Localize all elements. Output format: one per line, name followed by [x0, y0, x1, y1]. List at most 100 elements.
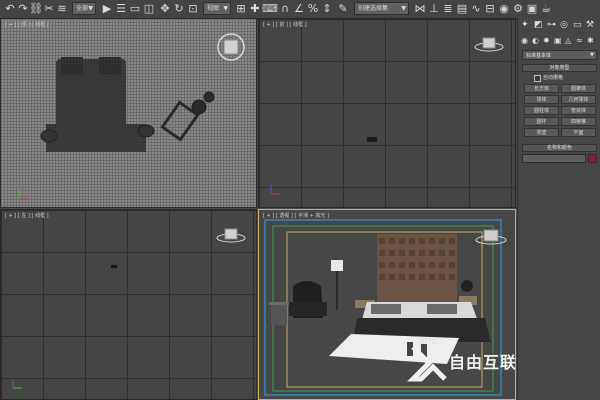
rectangle-region-icon[interactable]: ▭ [128, 2, 142, 15]
main-toolbar: ↶ ↷ ⛓ ✂ ≋ 全部 ▼ ▶ ☰ ▭ ◫ ✥ ↻ ⊡ 视图 ▼ ⊞ ✚ ⌨ … [0, 0, 600, 19]
graphite-icon[interactable]: ▤ [455, 2, 469, 15]
axis-tripod [18, 189, 29, 200]
viewport-top[interactable]: [ + ] [ 顶 ] [ 线框 ] [0, 18, 257, 208]
edit-named-selection-icon[interactable]: ✎ [336, 2, 350, 15]
selection-filter-dropdown[interactable]: 全部 ▼ [72, 2, 96, 15]
layer-manager-icon[interactable]: ≣ [441, 2, 455, 15]
redo-icon[interactable]: ↷ [16, 2, 30, 15]
create-tab-icon[interactable]: ✦ [521, 20, 529, 30]
viewport-front[interactable]: [ + ] [ 前 ] [ 线框 ] [258, 18, 516, 208]
selection-filter-value: 全部 [76, 5, 89, 12]
floor-lamp [331, 260, 343, 310]
left-view-scene [12, 228, 246, 389]
scene-object-small [111, 265, 117, 268]
bind-space-warp-icon[interactable]: ≋ [55, 2, 69, 15]
material-editor-icon[interactable]: ◉ [497, 2, 511, 15]
object-category-bar: ◉ ◐ ✸ ▣ ◬ ≈ ✱ [521, 36, 599, 47]
schematic-icon[interactable]: ⊟ [483, 2, 497, 15]
watermark: XITC 自由互联 [407, 335, 515, 385]
sphere-button[interactable]: 球体 [524, 95, 559, 104]
viewport-label[interactable]: [ + ] [ 左 ] [ 线框 ] [5, 212, 49, 219]
box-button[interactable]: 长方体 [524, 84, 559, 93]
align-icon[interactable]: ⊥ [427, 2, 441, 15]
viewport-label[interactable]: [ + ] [ 顶 ] [ 线框 ] [5, 21, 49, 28]
move-icon[interactable]: ✥ [158, 2, 172, 15]
unlink-icon[interactable]: ✂ [42, 2, 56, 15]
chevron-down-icon: ▼ [590, 52, 594, 58]
object-type-rollout-title[interactable]: 对象类型 [522, 64, 597, 72]
plane-button[interactable]: 平面 [561, 128, 596, 137]
command-panel: ✦ ◩ ⊶ ◎ ▭ ⚒ ◉ ◐ ✸ ▣ ◬ ≈ ✱ 标准基本体 ▼ 对象类型 自… [517, 18, 600, 400]
angle-snap-icon[interactable]: ∠ [292, 2, 306, 15]
mirror-icon[interactable]: ⋈ [413, 2, 427, 15]
space-warps-icon[interactable]: ≈ [576, 36, 583, 45]
pivot-center-icon[interactable]: ⊞ [234, 2, 248, 15]
object-name-field[interactable] [522, 154, 586, 163]
rotate-icon[interactable]: ↻ [172, 2, 186, 15]
primitive-type-value: 标准基本体 [526, 53, 552, 59]
lights-icon[interactable]: ✸ [543, 36, 550, 45]
viewcube-top [217, 33, 245, 61]
cone-button[interactable]: 圆锥体 [561, 84, 596, 93]
command-panel-tabs: ✦ ◩ ⊶ ◎ ▭ ⚒ [521, 20, 599, 31]
top-view-scene [18, 33, 245, 200]
viewport-left[interactable]: [ + ] [ 左 ] [ 线框 ] [0, 209, 257, 400]
headboard [377, 234, 457, 306]
scene-object-small [367, 137, 377, 142]
autogrid-checkbox-row[interactable]: 自动栅格 [534, 74, 594, 82]
select-object-icon[interactable]: ▶ [100, 2, 114, 15]
name-color-rollout-title[interactable]: 名称和颜色 [522, 144, 597, 152]
torus-button[interactable]: 圆环 [524, 117, 559, 126]
systems-icon[interactable]: ✱ [587, 36, 594, 45]
pyramid-button[interactable]: 四棱锥 [561, 117, 596, 126]
reference-coord-dropdown[interactable]: 视图 ▼ [203, 2, 231, 15]
render-setup-icon[interactable]: ⚙ [511, 2, 525, 15]
undo-icon[interactable]: ↶ [3, 2, 17, 15]
motion-tab-icon[interactable]: ◎ [560, 20, 568, 30]
spinner-snap-icon[interactable]: ⇕ [320, 2, 334, 15]
window-crossing-icon[interactable]: ◫ [142, 2, 156, 15]
autogrid-checkbox[interactable] [534, 75, 541, 82]
viewcube-left [216, 228, 246, 243]
helpers-icon[interactable]: ◬ [565, 36, 571, 45]
select-manipulate-icon[interactable]: ✚ [248, 2, 262, 15]
axis-tripod [12, 379, 22, 389]
chevron-down-icon: ▼ [223, 5, 228, 12]
hierarchy-tab-icon[interactable]: ⊶ [547, 20, 556, 30]
viewcube-front [474, 37, 504, 52]
snap-3d-icon[interactable]: ∩ [278, 2, 292, 15]
armchair [289, 281, 327, 318]
modify-tab-icon[interactable]: ◩ [534, 20, 543, 30]
rendered-frame-icon[interactable]: ▣ [525, 2, 539, 15]
bed-wireframe [46, 57, 146, 152]
viewport-label[interactable]: [ + ] [ 透视 ] [ 平滑 + 高光 ] [263, 212, 329, 219]
display-tab-icon[interactable]: ▭ [573, 20, 582, 30]
curve-editor-icon[interactable]: ∿ [469, 2, 483, 15]
geometry-icon[interactable]: ◉ [521, 36, 528, 45]
percent-snap-icon[interactable]: % [306, 2, 320, 15]
watermark-logo-icon [407, 345, 447, 382]
primitive-type-dropdown[interactable]: 标准基本体 ▼ [522, 50, 597, 60]
select-link-icon[interactable]: ⛓ [29, 2, 43, 15]
viewport-perspective[interactable]: [ + ] [ 透视 ] [ 平滑 + 高光 ] XITC 自由互联 [258, 209, 516, 400]
cameras-icon[interactable]: ▣ [554, 36, 562, 45]
cylinder-button[interactable]: 圆柱体 [524, 106, 559, 115]
shapes-icon[interactable]: ◐ [532, 36, 539, 45]
reference-coord-value: 视图 [207, 5, 220, 12]
front-view-scene [270, 37, 504, 195]
named-selection-value: 创建选择集 [358, 5, 389, 12]
tube-button[interactable]: 管状体 [561, 106, 596, 115]
select-by-name-icon[interactable]: ☰ [114, 2, 128, 15]
geosphere-button[interactable]: 几何球体 [561, 95, 596, 104]
chevron-down-icon: ▼ [88, 5, 93, 12]
utilities-tab-icon[interactable]: ⚒ [586, 20, 594, 30]
object-color-swatch[interactable] [588, 154, 597, 163]
scale-icon[interactable]: ⊡ [186, 2, 200, 15]
viewport-label[interactable]: [ + ] [ 前 ] [ 线框 ] [263, 21, 307, 28]
named-selection-dropdown[interactable]: 创建选择集 ▼ [354, 2, 409, 15]
teapot-button[interactable]: 茶壶 [524, 128, 559, 137]
axis-tripod [270, 185, 280, 195]
render-icon[interactable]: ☕ [539, 2, 553, 15]
keyboard-shortcut-icon[interactable]: ⌨ [262, 2, 278, 15]
chevron-down-icon: ▼ [401, 5, 406, 12]
